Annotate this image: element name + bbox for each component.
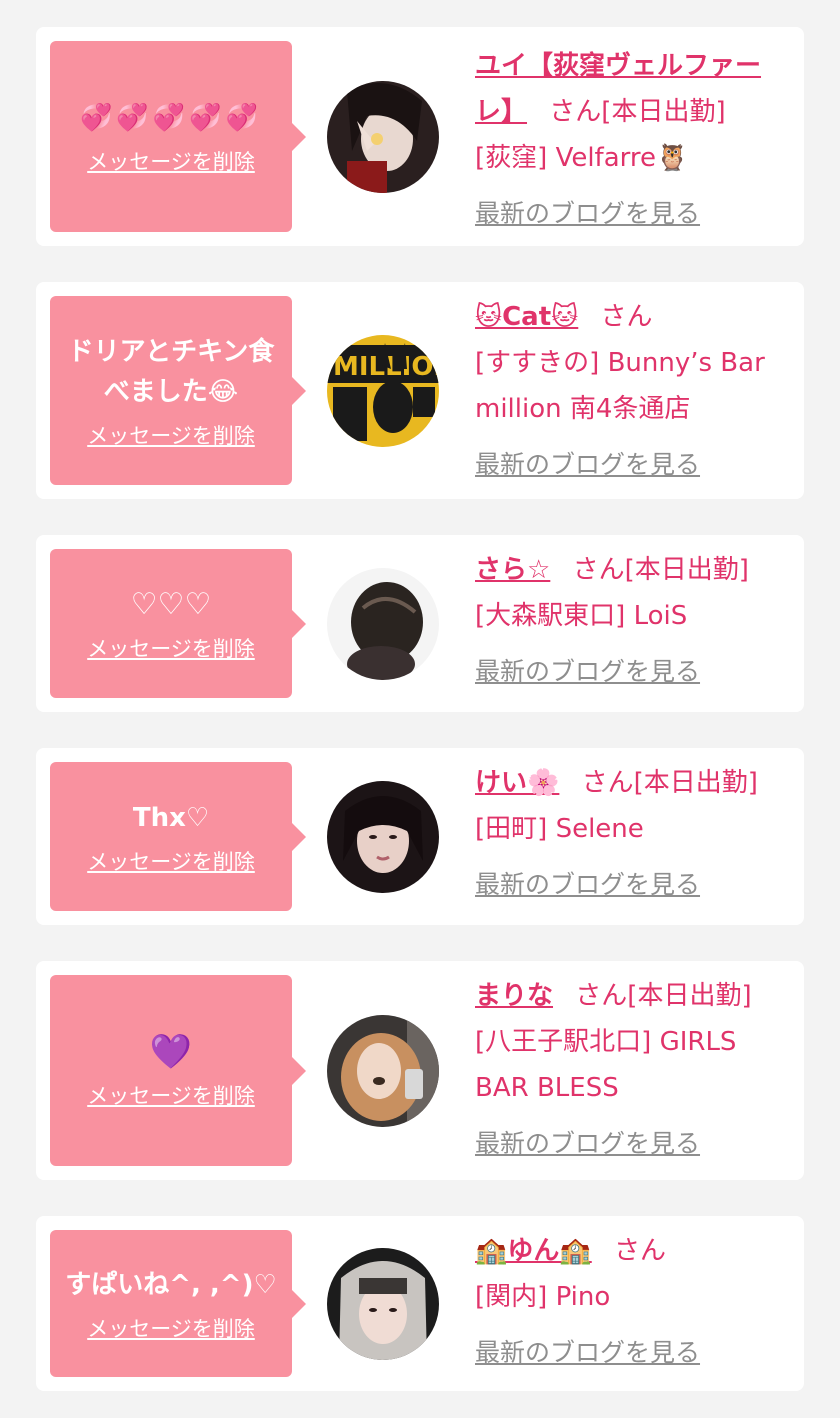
area-text: [田町] <box>475 814 548 844</box>
avatar[interactable] <box>327 1015 439 1127</box>
message-bubble: ドリアとチキン食べました😂 メッセージを削除 <box>50 296 292 485</box>
status-text: [本日出勤] <box>627 981 752 1011</box>
message-bubble: 💞💞💞💞💞 メッセージを削除 <box>50 41 292 232</box>
cast-info: 🐱Cat🐱 さん [すすきの] Bunny’s Bar million 南4条通… <box>475 294 795 488</box>
honorific: さん <box>600 302 653 332</box>
cast-name-link[interactable]: さら☆ <box>475 555 550 585</box>
area-text: [八王子駅北口] <box>475 1027 652 1057</box>
cast-name-link[interactable]: まりな <box>475 981 553 1011</box>
status-text: [本日出勤] <box>624 555 749 585</box>
message-text: すぱいね^, ,^)♡ <box>65 1269 277 1300</box>
shop-text: Selene <box>555 814 644 844</box>
delete-message-link[interactable]: メッセージを削除 <box>87 846 255 876</box>
cast-info: 🏫ゆん🏫 さん [関内] Pino 最新のブログを見る <box>475 1228 795 1376</box>
list-item: 💞💞💞💞💞 メッセージを削除 ユイ【荻窪ヴェルファーレ】 さん[本日出勤] [荻… <box>36 27 804 246</box>
cast-name-link[interactable]: 🏫ゆん🏫 <box>475 1236 592 1266</box>
honorific: さん <box>549 97 602 127</box>
latest-blog-link[interactable]: 最新のブログを見る <box>475 1330 700 1376</box>
cast-info: けい🌸 さん[本日出勤] [田町] Selene 最新のブログを見る <box>475 760 795 908</box>
shop-text: Velfarre🦉 <box>555 143 689 173</box>
honorific: さん <box>614 1236 667 1266</box>
cast-name-link[interactable]: けい🌸 <box>475 768 559 798</box>
avatar[interactable] <box>327 81 439 193</box>
message-bubble: ♡♡♡ メッセージを削除 <box>50 549 292 698</box>
avatar[interactable] <box>327 568 439 680</box>
latest-blog-link[interactable]: 最新のブログを見る <box>475 649 700 695</box>
delete-message-link[interactable]: メッセージを削除 <box>87 420 255 450</box>
delete-message-link[interactable]: メッセージを削除 <box>87 1313 255 1343</box>
honorific: さん <box>575 981 628 1011</box>
cast-info: まりな さん[本日出勤] [八王子駅北口] GIRLS BAR BLESS 最新… <box>475 973 795 1167</box>
latest-blog-link[interactable]: 最新のブログを見る <box>475 191 700 237</box>
latest-blog-link[interactable]: 最新のブログを見る <box>475 1121 700 1167</box>
latest-blog-link[interactable]: 最新のブログを見る <box>475 442 700 488</box>
list-item: ドリアとチキン食べました😂 メッセージを削除 MILLION 🐱Cat🐱 さん … <box>36 282 804 499</box>
cast-info: さら☆ さん[本日出勤] [大森駅東口] LoiS 最新のブログを見る <box>475 547 795 695</box>
avatar[interactable]: MILLION <box>327 335 439 447</box>
latest-blog-link[interactable]: 最新のブログを見る <box>475 862 700 908</box>
cast-info: ユイ【荻窪ヴェルファーレ】 さん[本日出勤] [荻窪] Velfarre🦉 最新… <box>475 43 795 237</box>
message-text: 💞💞💞💞💞 <box>80 102 262 133</box>
avatar[interactable] <box>327 781 439 893</box>
message-text: ドリアとチキン食べました😂 <box>67 336 275 407</box>
list-item: すぱいね^, ,^)♡ メッセージを削除 🏫ゆん🏫 さん [関内] Pino 最… <box>36 1216 804 1391</box>
honorific: さん <box>581 768 634 798</box>
list-item: ♡♡♡ メッセージを削除 さら☆ さん[本日出勤] [大森駅東口] LoiS 最… <box>36 535 804 712</box>
message-bubble: 💜 メッセージを削除 <box>50 975 292 1166</box>
delete-message-link[interactable]: メッセージを削除 <box>87 146 255 176</box>
list-item: Thx♡ メッセージを削除 けい🌸 さん[本日出勤] [田町] Selene 最… <box>36 748 804 925</box>
message-bubble: すぱいね^, ,^)♡ メッセージを削除 <box>50 1230 292 1377</box>
honorific: さん <box>572 555 625 585</box>
area-text: [関内] <box>475 1282 548 1312</box>
message-text: 💜 <box>149 1031 193 1072</box>
status-text: [本日出勤] <box>601 97 726 127</box>
cast-name-link[interactable]: 🐱Cat🐱 <box>475 302 578 332</box>
delete-message-link[interactable]: メッセージを削除 <box>87 633 255 663</box>
message-bubble: Thx♡ メッセージを削除 <box>50 762 292 911</box>
area-text: [すすきの] <box>475 348 600 378</box>
message-text: Thx♡ <box>132 802 210 833</box>
message-text: ♡♡♡ <box>130 586 212 622</box>
status-text: [本日出勤] <box>633 768 758 798</box>
area-text: [荻窪] <box>475 143 548 173</box>
message-list: 💞💞💞💞💞 メッセージを削除 ユイ【荻窪ヴェルファーレ】 さん[本日出勤] [荻… <box>0 0 840 1418</box>
avatar[interactable] <box>327 1248 439 1360</box>
area-text: [大森駅東口] <box>475 601 626 631</box>
delete-message-link[interactable]: メッセージを削除 <box>87 1080 255 1110</box>
list-item: 💜 メッセージを削除 まりな さん[本日出勤] [八王子駅北口] GIRLS B… <box>36 961 804 1180</box>
shop-text: Pino <box>555 1282 611 1312</box>
shop-text: LoiS <box>633 601 688 631</box>
